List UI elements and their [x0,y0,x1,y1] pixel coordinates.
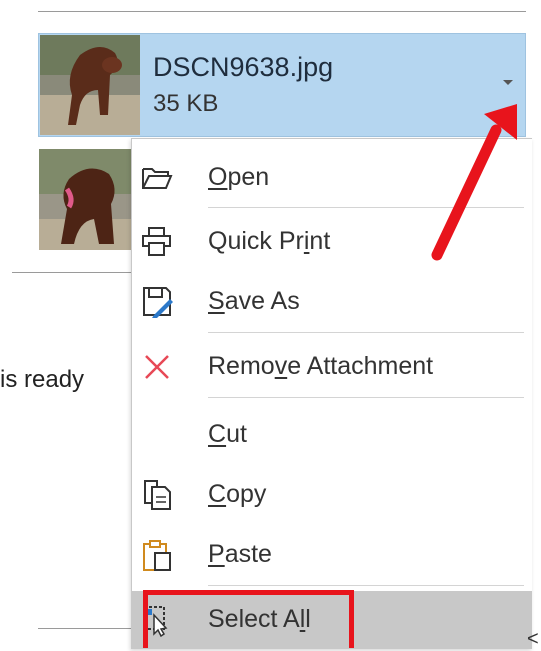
open-folder-icon [142,168,173,189]
menu-item-save-as[interactable]: Save As [132,273,532,331]
menu-item-remove-attachment-label: Remove Attachment [208,352,434,380]
menu-item-open-label: Open [208,163,270,191]
save-as-icon [143,287,173,318]
menu-separator [208,397,524,398]
annotation-highlight-box [143,590,354,648]
menu-item-copy-label: Copy [208,480,267,508]
attachment-file-name: DSCN9638.jpg [153,52,334,82]
remove-x-icon [145,355,169,379]
attachment-file-size: 35 KB [153,90,219,117]
menu-item-cut-label: Cut [208,420,247,448]
attachment-divider [12,272,132,273]
menu-separator [208,585,524,586]
menu-item-cut[interactable]: Cut [132,406,532,464]
attachment-context-menu: Open Quick Print Save As Remove Attachme… [131,138,532,649]
copy-icon [144,480,171,510]
attachment-dropdown-arrow-icon[interactable] [503,80,513,85]
menu-item-save-as-label: Save As [208,287,300,315]
top-divider [38,11,526,12]
menu-separator [208,207,524,208]
bottom-divider [38,628,132,629]
menu-item-paste[interactable]: Paste [132,526,532,584]
menu-separator [208,332,524,333]
menu-item-copy[interactable]: Copy [132,466,532,524]
menu-item-quick-print[interactable]: Quick Print [132,213,532,271]
attachment-thumbnail-dog-2[interactable] [39,149,139,250]
paste-icon [143,540,171,571]
message-body-text: is ready [0,366,85,393]
attachment-thumbnail-dog [40,35,140,135]
menu-item-quick-print-label: Quick Print [208,227,331,255]
printer-icon [142,227,171,256]
attachment-tile-selected[interactable]: DSCN9638.jpg 35 KB [38,33,526,137]
menu-item-remove-attachment[interactable]: Remove Attachment [132,338,532,396]
menu-item-paste-label: Paste [208,540,272,568]
menu-item-open[interactable]: Open [132,149,532,207]
